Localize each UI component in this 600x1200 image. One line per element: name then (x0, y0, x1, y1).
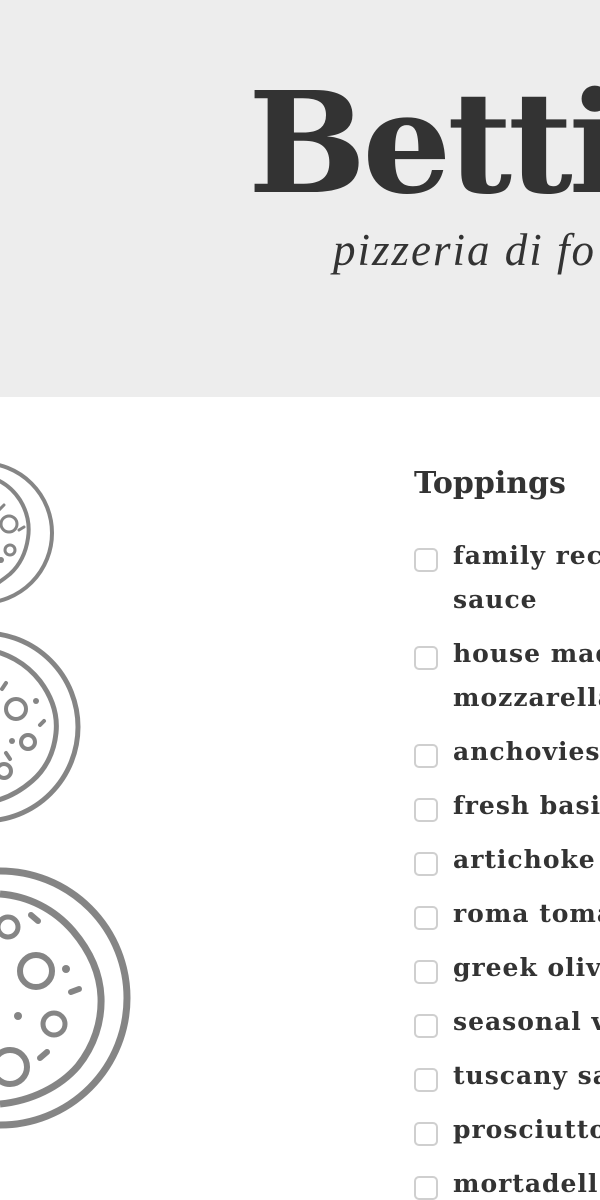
topping-label: artichoke (453, 845, 596, 874)
large-pizza-icon[interactable] (0, 847, 132, 1149)
topping-label: tuscany sa (453, 1061, 600, 1090)
topping-checkbox[interactable] (414, 852, 438, 876)
topping-label: prosciutto (453, 1115, 600, 1144)
topping-checkbox[interactable] (414, 1122, 438, 1146)
topping-label: roma tomato (453, 899, 600, 928)
medium-pizza-icon[interactable] (0, 629, 84, 825)
topping-checkbox[interactable] (414, 646, 438, 670)
brand-tagline: pizzeria di fo (333, 225, 597, 275)
small-pizza-icon[interactable] (0, 460, 56, 606)
topping-label: family recipe sauce (453, 541, 600, 614)
topping-label: anchovies (453, 737, 600, 766)
topping-label: seasonal v (453, 1007, 600, 1036)
toppings-title: Toppings (414, 466, 566, 501)
topping-checkbox[interactable] (414, 744, 438, 768)
topping-label: fresh basil (453, 791, 600, 820)
topping-label: house made mozzarella (453, 639, 600, 712)
toppings-section: Toppings family recipe sauce house made … (414, 460, 600, 1200)
topping-checkbox[interactable] (414, 906, 438, 930)
topping-checkbox[interactable] (414, 1068, 438, 1092)
topping-label: greek olive (453, 953, 600, 982)
topping-checkbox[interactable] (414, 798, 438, 822)
topping-checkbox[interactable] (414, 1176, 438, 1200)
topping-checkbox[interactable] (414, 960, 438, 984)
hero-banner: Bettin pizzeria di fo (0, 0, 600, 397)
pizza-size-selector (0, 397, 180, 1200)
topping-label: mortadell (453, 1169, 599, 1198)
topping-checkbox[interactable] (414, 548, 438, 572)
topping-checkbox[interactable] (414, 1014, 438, 1038)
brand-name: Bettin (248, 62, 600, 226)
